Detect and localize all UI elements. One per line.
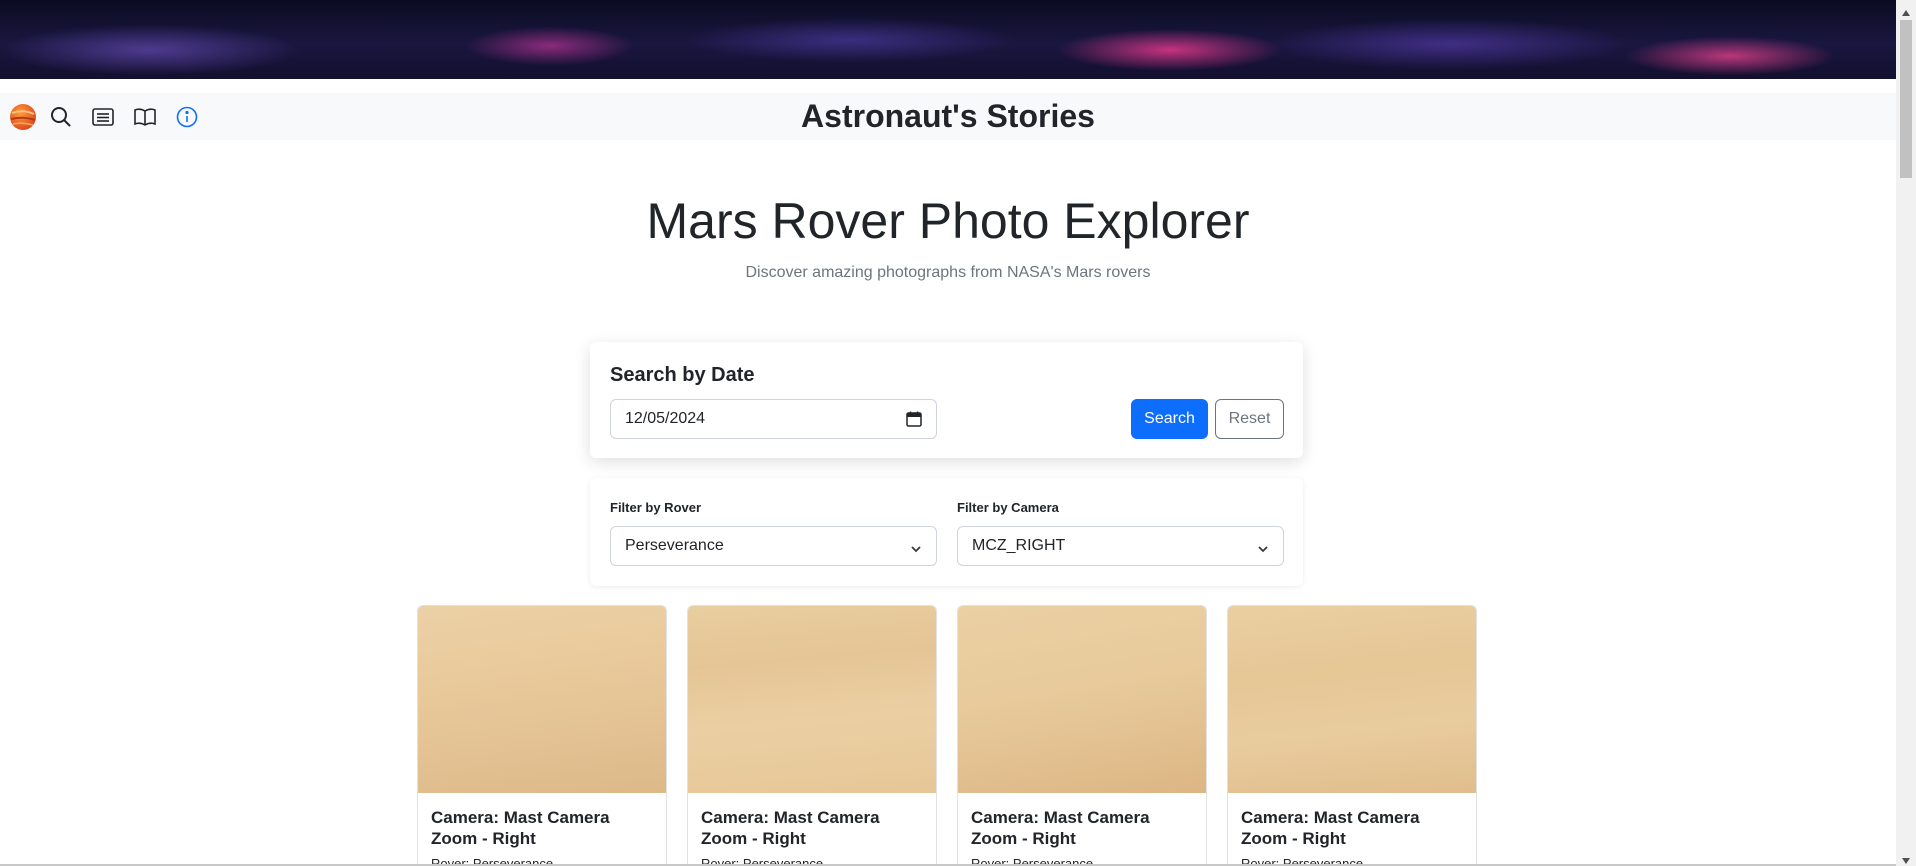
search-heading: Search by Date — [610, 364, 755, 386]
search-card: Search by Date 12/05/2024 Search Reset — [590, 342, 1303, 458]
filter-card: Filter by Rover Perseverance Filter by C… — [590, 478, 1303, 586]
page-subtitle: Discover amazing photographs from NASA's… — [745, 264, 1151, 281]
scroll-down-icon[interactable] — [1901, 852, 1911, 866]
book-icon[interactable] — [128, 93, 162, 140]
page-title: Mars Rover Photo Explorer — [646, 193, 1250, 249]
camera-select-value: MCZ_RIGHT — [972, 537, 1066, 554]
mars-photo[interactable] — [958, 606, 1206, 793]
calendar-icon[interactable] — [906, 411, 922, 432]
search-icon[interactable] — [44, 93, 78, 140]
rover-select-value: Perseverance — [625, 537, 724, 554]
camera-select[interactable]: MCZ_RIGHT — [957, 526, 1284, 566]
mars-photo[interactable] — [688, 606, 936, 793]
photo-card[interactable]: Camera: Mast Camera Zoom - Right Rover: … — [687, 605, 937, 866]
camera-filter-label: Filter by Camera — [957, 500, 1059, 515]
date-input[interactable]: 12/05/2024 — [610, 399, 937, 439]
list-icon[interactable] — [86, 93, 120, 140]
space-banner — [0, 0, 1896, 79]
site-title: Astronaut's Stories — [801, 98, 1095, 134]
search-button[interactable]: Search — [1131, 399, 1208, 439]
photo-camera-title: Camera: Mast Camera Zoom - Right — [971, 808, 1150, 848]
mars-photo[interactable] — [418, 606, 666, 793]
photo-card[interactable]: Camera: Mast Camera Zoom - Right Rover: … — [957, 605, 1207, 866]
photo-camera-title: Camera: Mast Camera Zoom - Right — [701, 808, 880, 848]
photo-camera-title: Camera: Mast Camera Zoom - Right — [1241, 808, 1420, 848]
chevron-down-icon — [910, 541, 922, 559]
scrollbar-thumb[interactable] — [1900, 20, 1912, 178]
reset-button[interactable]: Reset — [1215, 399, 1284, 439]
mars-photo[interactable] — [1228, 606, 1476, 793]
chevron-down-icon — [1257, 541, 1269, 559]
navbar: Astronaut's Stories — [0, 93, 1896, 140]
rover-filter-label: Filter by Rover — [610, 500, 702, 515]
photo-card[interactable]: Camera: Mast Camera Zoom - Right Rover: … — [1227, 605, 1477, 866]
info-icon[interactable] — [170, 93, 204, 140]
photo-camera-title: Camera: Mast Camera Zoom - Right — [431, 808, 610, 848]
vertical-scrollbar[interactable] — [1896, 0, 1916, 866]
mars-planet-icon[interactable] — [6, 93, 40, 140]
date-value: 12/05/2024 — [625, 410, 706, 427]
rover-select[interactable]: Perseverance — [610, 526, 937, 566]
photo-card[interactable]: Camera: Mast Camera Zoom - Right Rover: … — [417, 605, 667, 866]
